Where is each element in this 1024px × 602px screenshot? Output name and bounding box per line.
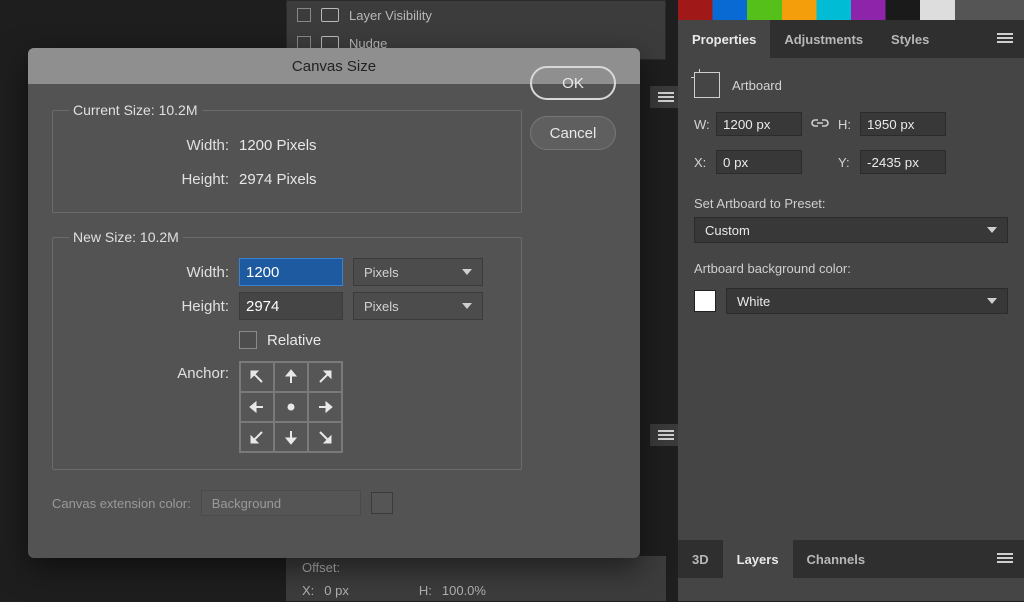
artboard-width-input[interactable] (716, 112, 802, 136)
anchor-s[interactable] (274, 422, 308, 452)
new-size-legend: New Size: 10.2M (69, 229, 183, 245)
offset-label: Offset: (302, 560, 340, 575)
panel-tabs: Properties Adjustments Styles (678, 20, 1024, 58)
anchor-sw[interactable] (240, 422, 274, 452)
extension-color-select[interactable]: Background (201, 490, 361, 516)
relative-checkbox[interactable] (239, 331, 257, 349)
chevron-down-icon (462, 269, 472, 275)
artboard-bgcolor-swatch[interactable] (694, 290, 716, 312)
artboard-y-input[interactable] (860, 150, 946, 174)
current-height-value: 2974 Pixels (239, 171, 317, 188)
tab-layers[interactable]: Layers (723, 540, 793, 578)
anchor-ne[interactable] (308, 362, 342, 392)
extension-color-label: Canvas extension color: (52, 496, 191, 511)
width-label: W: (694, 117, 716, 132)
chevron-down-icon (462, 303, 472, 309)
preset-label: Set Artboard to Preset: (678, 190, 1024, 217)
artboard-height-input[interactable] (860, 112, 946, 136)
panel-menu-icon[interactable] (996, 32, 1014, 47)
new-height-input[interactable] (239, 292, 343, 320)
tab-properties[interactable]: Properties (678, 20, 770, 58)
artboard-title: Artboard (732, 78, 782, 93)
anchor-grid (239, 361, 343, 453)
height-label: H: (838, 117, 860, 132)
relative-label: Relative (267, 332, 321, 349)
new-size-group: New Size: 10.2M Width: Pixels Height: Pi… (52, 229, 522, 470)
chevron-down-icon (987, 298, 997, 304)
anchor-se[interactable] (308, 422, 342, 452)
tab-channels[interactable]: Channels (793, 540, 880, 578)
chevron-down-icon (987, 227, 997, 233)
anchor-w[interactable] (240, 392, 274, 422)
panel-menu-icon[interactable] (996, 552, 1014, 567)
canvas-size-dialog: Canvas Size OK Cancel Current Size: 10.2… (28, 48, 640, 558)
height-unit-select[interactable]: Pixels (353, 292, 483, 320)
tab-3d[interactable]: 3D (678, 540, 723, 578)
bgcolor-label: Artboard background color: (678, 255, 1024, 282)
anchor-n[interactable] (274, 362, 308, 392)
properties-panel: Properties Adjustments Styles Artboard W… (678, 0, 1024, 601)
current-size-group: Current Size: 10.2M Width:1200 Pixels He… (52, 102, 522, 213)
tab-styles[interactable]: Styles (877, 20, 943, 58)
current-size-legend: Current Size: 10.2M (69, 102, 202, 118)
swatches-strip (678, 0, 1024, 20)
extension-color-swatch[interactable] (371, 492, 393, 514)
anchor-c[interactable] (274, 392, 308, 422)
anchor-e[interactable] (308, 392, 342, 422)
current-width-value: 1200 Pixels (239, 137, 317, 154)
artboard-x-input[interactable] (716, 150, 802, 174)
artboard-bgcolor-select[interactable]: White (726, 288, 1008, 314)
link-wh-icon[interactable] (802, 116, 838, 133)
tab-adjustments[interactable]: Adjustments (770, 20, 877, 58)
artboard-icon (694, 72, 720, 98)
character-panel-peek: Offset: X:0 px H:100.0% (286, 556, 666, 601)
new-width-input[interactable] (239, 258, 343, 286)
history-item-label: Layer Visibility (349, 8, 432, 23)
anchor-nw[interactable] (240, 362, 274, 392)
x-label: X: (694, 155, 716, 170)
artboard-preset-select[interactable]: Custom (694, 217, 1008, 243)
y-label: Y: (838, 155, 860, 170)
width-unit-select[interactable]: Pixels (353, 258, 483, 286)
